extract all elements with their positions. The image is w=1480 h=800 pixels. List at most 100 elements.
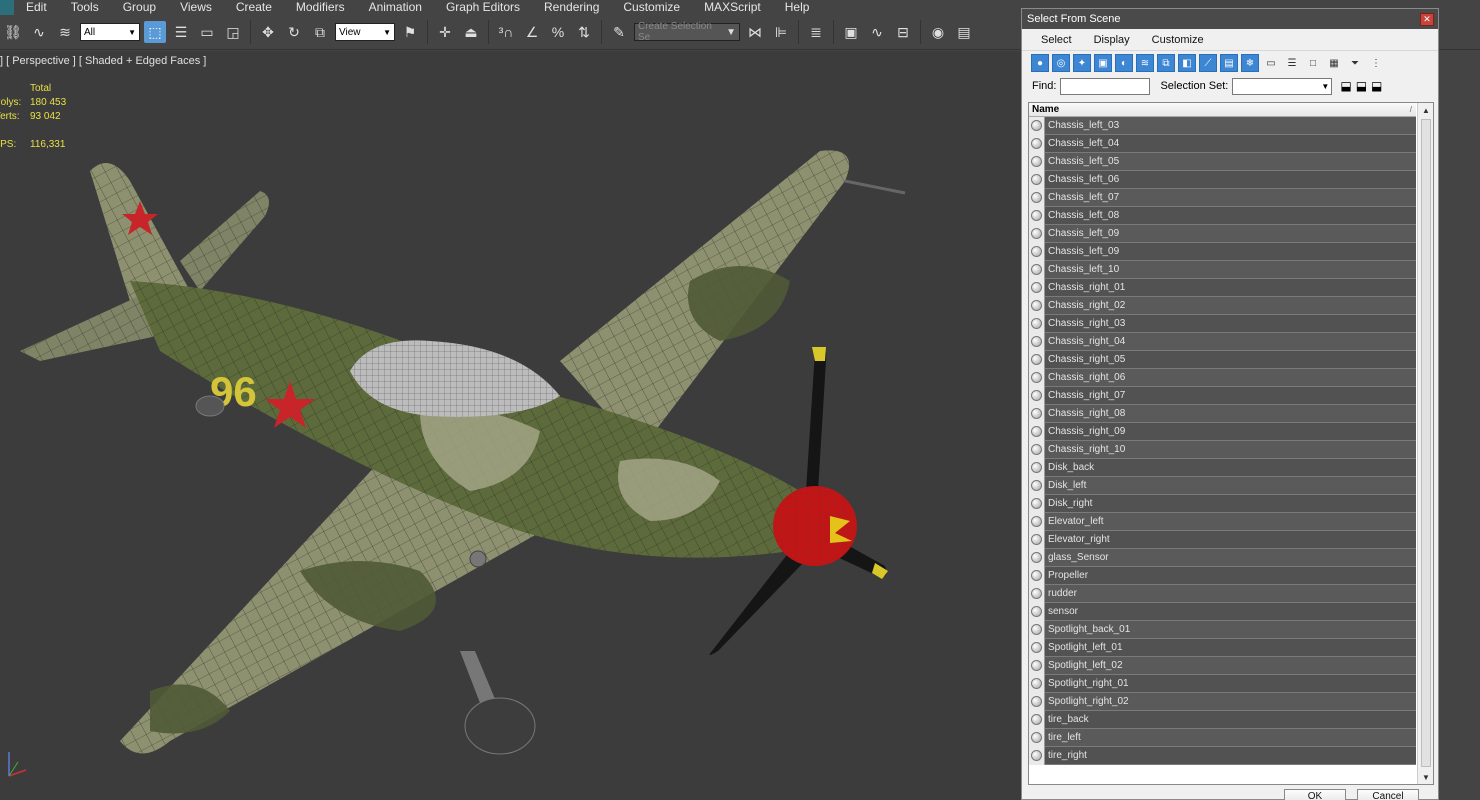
- keyboard-shortcut-icon[interactable]: ⏏: [460, 21, 482, 43]
- reference-coordinate-select[interactable]: View ▼: [335, 23, 395, 41]
- display-invert-icon[interactable]: ▦: [1325, 54, 1343, 72]
- list-item[interactable]: Elevator_left: [1029, 512, 1416, 531]
- select-children-icon[interactable]: ⬓: [1340, 79, 1351, 93]
- display-geometry-icon[interactable]: ●: [1031, 54, 1049, 72]
- list-item[interactable]: Spotlight_right_01: [1029, 674, 1416, 693]
- menu-tools[interactable]: Tools: [59, 0, 111, 15]
- find-input[interactable]: [1060, 77, 1151, 95]
- display-lights-icon[interactable]: ✦: [1073, 54, 1091, 72]
- menu-group[interactable]: Group: [111, 0, 168, 15]
- list-item[interactable]: Chassis_left_08: [1029, 206, 1416, 225]
- pivot-center-icon[interactable]: ⚑: [399, 21, 421, 43]
- select-influences-icon[interactable]: ⬓: [1371, 79, 1382, 93]
- dialog-menu-display[interactable]: Display: [1083, 34, 1141, 46]
- aircraft-model[interactable]: 96: [0, 51, 1022, 800]
- perspective-viewport[interactable]: ] [ Perspective ] [ Shaded + Edged Faces…: [0, 51, 1022, 800]
- move-icon[interactable]: ✥: [257, 21, 279, 43]
- mirror-icon[interactable]: ⋈: [744, 21, 766, 43]
- material-editor-icon[interactable]: ◉: [927, 21, 949, 43]
- display-bones-icon[interactable]: ⟋: [1199, 54, 1217, 72]
- edit-named-selection-icon[interactable]: ✎: [608, 21, 630, 43]
- display-hidden-icon[interactable]: ▭: [1262, 54, 1280, 72]
- scale-icon[interactable]: ⧉: [309, 21, 331, 43]
- snap-toggle-icon[interactable]: ³∩: [495, 21, 517, 43]
- display-xrefs-icon[interactable]: ◧: [1178, 54, 1196, 72]
- menu-maxscript[interactable]: MAXScript: [692, 0, 773, 15]
- scroll-down-icon[interactable]: ▼: [1419, 770, 1433, 784]
- display-all-icon[interactable]: ☰: [1283, 54, 1301, 72]
- list-item[interactable]: Spotlight_left_02: [1029, 656, 1416, 675]
- list-item[interactable]: rudder: [1029, 584, 1416, 603]
- angle-snap-icon[interactable]: ∠: [521, 21, 543, 43]
- window-crossing-icon[interactable]: ◲: [222, 21, 244, 43]
- scene-object-list[interactable]: Name / Chassis_left_03 Chassis_left_04 C…: [1028, 102, 1434, 785]
- list-item[interactable]: Chassis_right_04: [1029, 332, 1416, 351]
- menu-customize[interactable]: Customize: [611, 0, 692, 15]
- list-item[interactable]: Spotlight_left_01: [1029, 638, 1416, 657]
- schematic-view-icon[interactable]: ⊟: [892, 21, 914, 43]
- list-item[interactable]: Chassis_left_03: [1029, 116, 1416, 135]
- select-by-name-icon[interactable]: ☰: [170, 21, 192, 43]
- menu-rendering[interactable]: Rendering: [532, 0, 611, 15]
- name-column-header[interactable]: Name /: [1029, 103, 1416, 117]
- list-item[interactable]: Chassis_left_09: [1029, 224, 1416, 243]
- filter-options-icon[interactable]: ⋮: [1367, 54, 1385, 72]
- spinner-snap-icon[interactable]: ⇅: [573, 21, 595, 43]
- list-item[interactable]: Chassis_right_03: [1029, 314, 1416, 333]
- dialog-title-bar[interactable]: Select From Scene ✕: [1022, 9, 1438, 29]
- list-item[interactable]: tire_left: [1029, 728, 1416, 747]
- menu-animation[interactable]: Animation: [357, 0, 434, 15]
- list-scrollbar[interactable]: ▲ ▼: [1417, 103, 1433, 784]
- display-space-warps-icon[interactable]: ≋: [1136, 54, 1154, 72]
- named-selection-set-combo[interactable]: Create Selection Se ▼: [634, 21, 740, 43]
- selection-set-select[interactable]: ▼: [1232, 77, 1333, 95]
- list-item[interactable]: glass_Sensor: [1029, 548, 1416, 567]
- list-item[interactable]: tire_right: [1029, 746, 1416, 765]
- list-item[interactable]: Chassis_right_01: [1029, 278, 1416, 297]
- list-item[interactable]: Spotlight_back_01: [1029, 620, 1416, 639]
- menu-views[interactable]: Views: [168, 0, 224, 15]
- list-item[interactable]: Spotlight_right_02: [1029, 692, 1416, 711]
- list-item[interactable]: Chassis_left_07: [1029, 188, 1416, 207]
- graphite-toolbar-icon[interactable]: ▣: [840, 21, 862, 43]
- list-item[interactable]: Disk_right: [1029, 494, 1416, 513]
- bind-space-warp-icon[interactable]: ≋: [54, 21, 76, 43]
- display-shapes-icon[interactable]: ◎: [1052, 54, 1070, 72]
- display-cameras-icon[interactable]: ▣: [1094, 54, 1112, 72]
- percent-snap-icon[interactable]: %: [547, 21, 569, 43]
- display-none-icon[interactable]: □: [1304, 54, 1322, 72]
- cancel-button[interactable]: Cancel: [1357, 789, 1419, 800]
- menu-modifiers[interactable]: Modifiers: [284, 0, 357, 15]
- list-item[interactable]: Chassis_left_06: [1029, 170, 1416, 189]
- list-item[interactable]: Disk_back: [1029, 458, 1416, 477]
- dialog-menu-select[interactable]: Select: [1030, 34, 1083, 46]
- select-dependents-icon[interactable]: ⬓: [1356, 79, 1367, 93]
- ok-button[interactable]: OK: [1284, 789, 1346, 800]
- rotate-icon[interactable]: ↻: [283, 21, 305, 43]
- display-containers-icon[interactable]: ▤: [1220, 54, 1238, 72]
- list-item[interactable]: Chassis_right_09: [1029, 422, 1416, 441]
- menu-create[interactable]: Create: [224, 0, 284, 15]
- layer-manager-icon[interactable]: ≣: [805, 21, 827, 43]
- selection-filter-select[interactable]: All ▼: [80, 23, 140, 41]
- rectangular-region-icon[interactable]: ▭: [196, 21, 218, 43]
- close-icon[interactable]: ✕: [1420, 12, 1434, 26]
- list-item[interactable]: Disk_left: [1029, 476, 1416, 495]
- list-item[interactable]: Chassis_right_02: [1029, 296, 1416, 315]
- filter-icon[interactable]: ⏷: [1346, 54, 1364, 72]
- display-frozen-icon[interactable]: ❄: [1241, 54, 1259, 72]
- menu-help[interactable]: Help: [773, 0, 822, 15]
- list-item[interactable]: Chassis_left_05: [1029, 152, 1416, 171]
- select-manipulate-icon[interactable]: ✛: [434, 21, 456, 43]
- display-helpers-icon[interactable]: ◐: [1115, 54, 1133, 72]
- align-icon[interactable]: ⊫: [770, 21, 792, 43]
- link-icon[interactable]: ⛓: [2, 21, 24, 43]
- menu-edit[interactable]: Edit: [14, 0, 59, 15]
- list-item[interactable]: Chassis_right_08: [1029, 404, 1416, 423]
- list-item[interactable]: Elevator_right: [1029, 530, 1416, 549]
- scroll-up-icon[interactable]: ▲: [1419, 103, 1433, 117]
- list-item[interactable]: Chassis_right_10: [1029, 440, 1416, 459]
- scroll-thumb[interactable]: [1421, 119, 1431, 767]
- list-item[interactable]: Chassis_left_10: [1029, 260, 1416, 279]
- curve-editor-icon[interactable]: ∿: [866, 21, 888, 43]
